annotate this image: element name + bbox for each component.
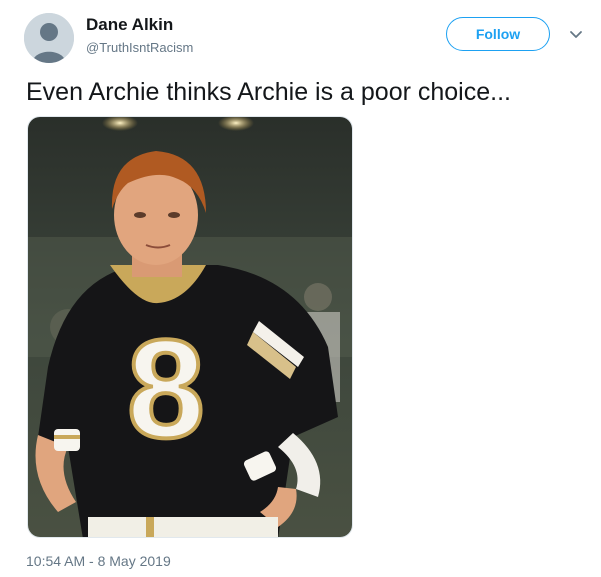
- more-options-button[interactable]: [568, 28, 584, 40]
- follow-button[interactable]: Follow: [446, 17, 550, 51]
- football-player-photo: 8: [28, 117, 352, 537]
- tweet-text: Even Archie thinks Archie is a poor choi…: [26, 78, 511, 106]
- default-avatar-icon: [24, 13, 74, 63]
- tweet-photo[interactable]: 8: [27, 116, 353, 538]
- tweet-timestamp[interactable]: 10:54 AM - 8 May 2019: [26, 553, 171, 569]
- jersey-number: 8: [127, 310, 205, 467]
- avatar[interactable]: [24, 13, 74, 63]
- author-handle[interactable]: @TruthIsntRacism: [86, 40, 193, 55]
- author-display-name[interactable]: Dane Alkin: [86, 15, 173, 35]
- chevron-down-icon: [570, 31, 582, 38]
